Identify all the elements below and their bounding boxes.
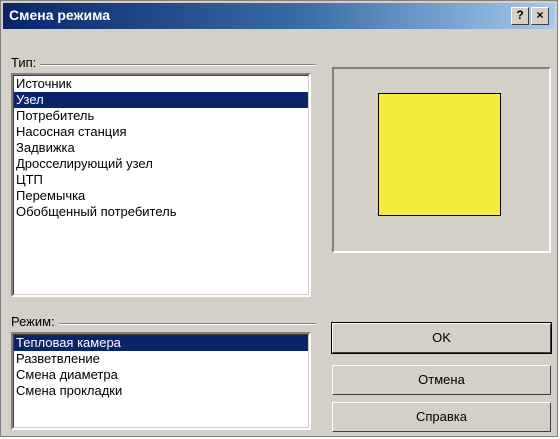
preview-panel	[332, 67, 551, 253]
type-list: Источник Узел Потребитель Насосная станция З…	[13, 75, 309, 295]
type-list-item[interactable]: Задвижка	[14, 140, 308, 156]
ok-button[interactable]: OK	[331, 322, 552, 354]
mode-label: Режим:	[11, 314, 59, 329]
window-title: Смена режима	[9, 7, 111, 23]
type-list-item[interactable]: Узел	[14, 92, 308, 108]
help-button[interactable]: Справка	[332, 402, 551, 432]
node-symbol-preview	[378, 93, 501, 216]
type-list-item[interactable]: ЦТП	[14, 172, 308, 188]
title-bar[interactable]: Смена режима ? ×	[3, 3, 555, 29]
mode-list-item[interactable]: Смена диаметра	[14, 367, 308, 383]
type-list-item[interactable]: Обобщенный потребитель	[14, 204, 308, 220]
type-listbox[interactable]: Источник Узел Потребитель Насосная станция З…	[11, 73, 311, 297]
mode-list-item[interactable]: Тепловая камера	[14, 335, 308, 351]
close-button[interactable]: ×	[531, 7, 549, 25]
type-list-item[interactable]: Насосная станция	[14, 124, 308, 140]
mode-list-item[interactable]: Разветвление	[14, 351, 308, 367]
mode-list: Тепловая камера Разветвление Смена диаметр…	[13, 334, 309, 428]
type-label: Тип:	[11, 55, 41, 70]
help-question-button[interactable]: ?	[511, 7, 529, 25]
type-list-item[interactable]: Источник	[14, 76, 308, 92]
type-group-line	[11, 64, 316, 66]
type-list-item[interactable]: Потребитель	[14, 108, 308, 124]
mode-list-item[interactable]: Смена прокладки	[14, 383, 308, 399]
type-list-item[interactable]: Перемычка	[14, 188, 308, 204]
cancel-button[interactable]: Отмена	[332, 365, 551, 395]
type-list-item[interactable]: Дросселирующий узел	[14, 156, 308, 172]
mode-listbox[interactable]: Тепловая камера Разветвление Смена диаметр…	[11, 332, 311, 430]
dialog-window: Смена режима ? × Тип: Источник Узел Потреб…	[0, 0, 558, 437]
